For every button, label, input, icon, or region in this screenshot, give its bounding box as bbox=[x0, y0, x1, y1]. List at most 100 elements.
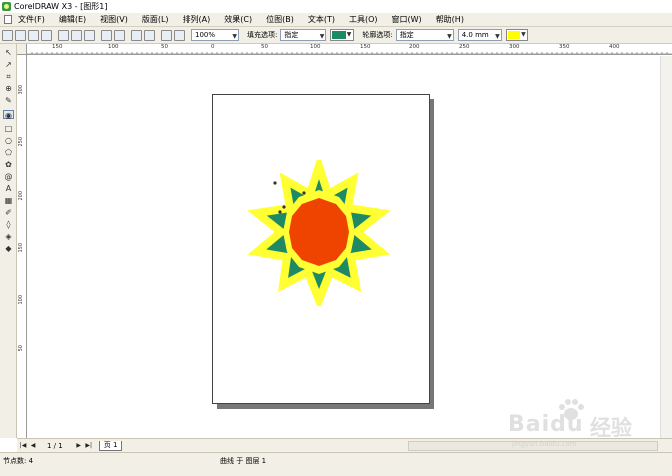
chevron-down-icon: ▼ bbox=[232, 33, 237, 40]
watermark-brand: Baidu bbox=[508, 412, 584, 437]
menu-file[interactable]: 文件(F) bbox=[18, 14, 45, 25]
vertical-ruler[interactable]: 300 250 200 150 100 50 bbox=[17, 55, 27, 438]
previous-page-icon[interactable]: ◀ bbox=[29, 442, 37, 450]
outline-width-select[interactable]: 4.0 mm ▼ bbox=[457, 29, 502, 41]
fill-options-value: 指定 bbox=[284, 31, 299, 39]
smart-fill-tool-icon[interactable]: ◉ bbox=[3, 110, 14, 120]
menu-edit[interactable]: 编辑(E) bbox=[59, 14, 86, 25]
spiral-tool-icon[interactable]: @ bbox=[3, 172, 14, 181]
fill-options-select[interactable]: 指定 ▼ bbox=[280, 29, 327, 41]
ruler-origin-corner[interactable] bbox=[17, 44, 27, 55]
outline-tool-icon[interactable]: ◊ bbox=[3, 220, 14, 229]
welcome-screen-icon[interactable] bbox=[174, 29, 185, 41]
selection-node[interactable] bbox=[278, 210, 282, 214]
pick-tool-icon[interactable]: ↖ bbox=[3, 48, 14, 57]
text-tool-icon[interactable]: A bbox=[3, 184, 14, 193]
fill-tool-icon[interactable]: ◈ bbox=[3, 232, 14, 241]
outline-width-value: 4.0 mm bbox=[461, 31, 489, 39]
outline-options-label: 轮廓选项: bbox=[362, 31, 393, 39]
chevron-down-icon: ▼ bbox=[319, 33, 325, 40]
status-bar: 节点数: 4 曲线 于 图层 1 bbox=[0, 452, 672, 476]
watermark-url: jingyan.baidu.com bbox=[512, 440, 577, 448]
next-page-icon[interactable]: ▶ bbox=[75, 442, 83, 450]
menu-window[interactable]: 窗口(W) bbox=[392, 14, 422, 25]
selection-node[interactable] bbox=[273, 181, 277, 185]
baidu-jingyan-watermark: Baidu 经验 jingyan.baidu.com bbox=[508, 398, 638, 452]
crop-tool-icon[interactable]: ⌗ bbox=[3, 72, 14, 81]
new-icon[interactable] bbox=[2, 29, 13, 41]
print-icon[interactable] bbox=[41, 29, 52, 41]
chevron-down-icon: ▼ bbox=[346, 31, 352, 38]
toolbox: ↖ ↗ ⌗ ⊕ ✎ ◉ □ ○ ⬠ ✿ @ A ▦ ✐ ◊ ◈ ◆ bbox=[0, 44, 17, 438]
object-info: 曲线 于 图层 1 bbox=[220, 457, 267, 465]
export-icon[interactable] bbox=[144, 29, 155, 41]
menu-tools[interactable]: 工具(O) bbox=[349, 14, 378, 25]
ruler-label: 0 bbox=[211, 44, 215, 50]
open-icon[interactable] bbox=[15, 29, 26, 41]
menu-help[interactable]: 帮助(H) bbox=[436, 14, 464, 25]
outline-options-select[interactable]: 指定 ▼ bbox=[395, 29, 454, 41]
menu-bitmaps[interactable]: 位图(B) bbox=[266, 14, 294, 25]
ruler-label: 100 bbox=[108, 44, 119, 50]
save-icon[interactable] bbox=[28, 29, 39, 41]
interactive-fill-tool-icon[interactable]: ◆ bbox=[3, 244, 14, 253]
ruler-label: 150 bbox=[360, 44, 371, 50]
menu-layout[interactable]: 版面(L) bbox=[142, 14, 169, 25]
ruler-label: 150 bbox=[52, 44, 63, 50]
chevron-down-icon: ▼ bbox=[495, 33, 500, 40]
outline-color-swatch bbox=[507, 31, 520, 39]
basic-shapes-tool-icon[interactable]: ✿ bbox=[3, 160, 14, 169]
ruler-label: 200 bbox=[409, 44, 420, 50]
paste-icon[interactable] bbox=[84, 29, 95, 41]
undo-icon[interactable] bbox=[101, 29, 112, 41]
eyedropper-tool-icon[interactable]: ✐ bbox=[3, 208, 14, 217]
horizontal-ruler[interactable]: 150 100 50 0 50 100 150 200 250 300 350 … bbox=[27, 44, 672, 55]
menu-arrange[interactable]: 排列(A) bbox=[183, 14, 211, 25]
app-launcher-icon[interactable] bbox=[161, 29, 172, 41]
outline-options-value: 指定 bbox=[399, 31, 414, 39]
watermark-product: 经验 bbox=[590, 416, 632, 440]
standard-toolbar: 100% ▼ 填充选项: 指定 ▼ ▼ 轮廓选项: 指定 ▼ 4.0 mm ▼ … bbox=[0, 27, 672, 44]
menu-bar: 文件(F) 编辑(E) 视图(V) 版面(L) 排列(A) 效果(C) 位图(B… bbox=[0, 13, 672, 27]
window-title: CorelDRAW X3 - [图形1] bbox=[14, 2, 108, 11]
freehand-tool-icon[interactable]: ✎ bbox=[3, 96, 14, 105]
ruler-label: 50 bbox=[261, 44, 268, 50]
fill-color-button[interactable]: ▼ bbox=[330, 29, 355, 41]
menu-view[interactable]: 视图(V) bbox=[100, 14, 128, 25]
outline-color-button[interactable]: ▼ bbox=[505, 29, 528, 41]
star-drawing[interactable] bbox=[246, 160, 392, 306]
interactive-blend-tool-icon[interactable]: ▦ bbox=[3, 196, 14, 205]
first-page-icon[interactable]: |◀ bbox=[19, 442, 27, 450]
document-icon[interactable] bbox=[4, 15, 12, 24]
ruler-label: 50 bbox=[18, 345, 24, 352]
fill-color-swatch bbox=[332, 31, 347, 39]
selection-node[interactable] bbox=[282, 205, 286, 209]
selection-node[interactable] bbox=[302, 191, 306, 195]
menu-effects[interactable]: 效果(C) bbox=[224, 14, 252, 25]
zoom-tool-icon[interactable]: ⊕ bbox=[3, 84, 14, 93]
rectangle-tool-icon[interactable]: □ bbox=[3, 124, 14, 133]
chevron-down-icon: ▼ bbox=[447, 33, 452, 40]
title-bar: CorelDRAW X3 - [图形1] bbox=[0, 0, 672, 13]
ruler-label: 150 bbox=[18, 243, 24, 253]
ruler-label: 200 bbox=[18, 191, 24, 201]
ruler-label: 300 bbox=[18, 85, 24, 95]
redo-icon[interactable] bbox=[114, 29, 125, 41]
ruler-label: 400 bbox=[609, 44, 620, 50]
polygon-tool-icon[interactable]: ⬠ bbox=[3, 148, 14, 157]
ruler-label: 250 bbox=[18, 137, 24, 147]
page-tab[interactable]: 页 1 bbox=[98, 440, 123, 451]
menu-text[interactable]: 文本(T) bbox=[308, 14, 335, 25]
node-count: 节点数: 4 bbox=[3, 457, 34, 465]
ruler-label: 50 bbox=[161, 44, 168, 50]
ruler-label: 100 bbox=[310, 44, 321, 50]
copy-icon[interactable] bbox=[71, 29, 82, 41]
vertical-scrollbar[interactable] bbox=[660, 56, 672, 438]
zoom-level-select[interactable]: 100% ▼ bbox=[191, 29, 239, 41]
ellipse-tool-icon[interactable]: ○ bbox=[3, 136, 14, 145]
cut-icon[interactable] bbox=[58, 29, 69, 41]
import-icon[interactable] bbox=[131, 29, 142, 41]
shape-tool-icon[interactable]: ↗ bbox=[3, 60, 14, 69]
last-page-icon[interactable]: ▶| bbox=[85, 442, 93, 450]
chevron-down-icon: ▼ bbox=[521, 31, 526, 38]
